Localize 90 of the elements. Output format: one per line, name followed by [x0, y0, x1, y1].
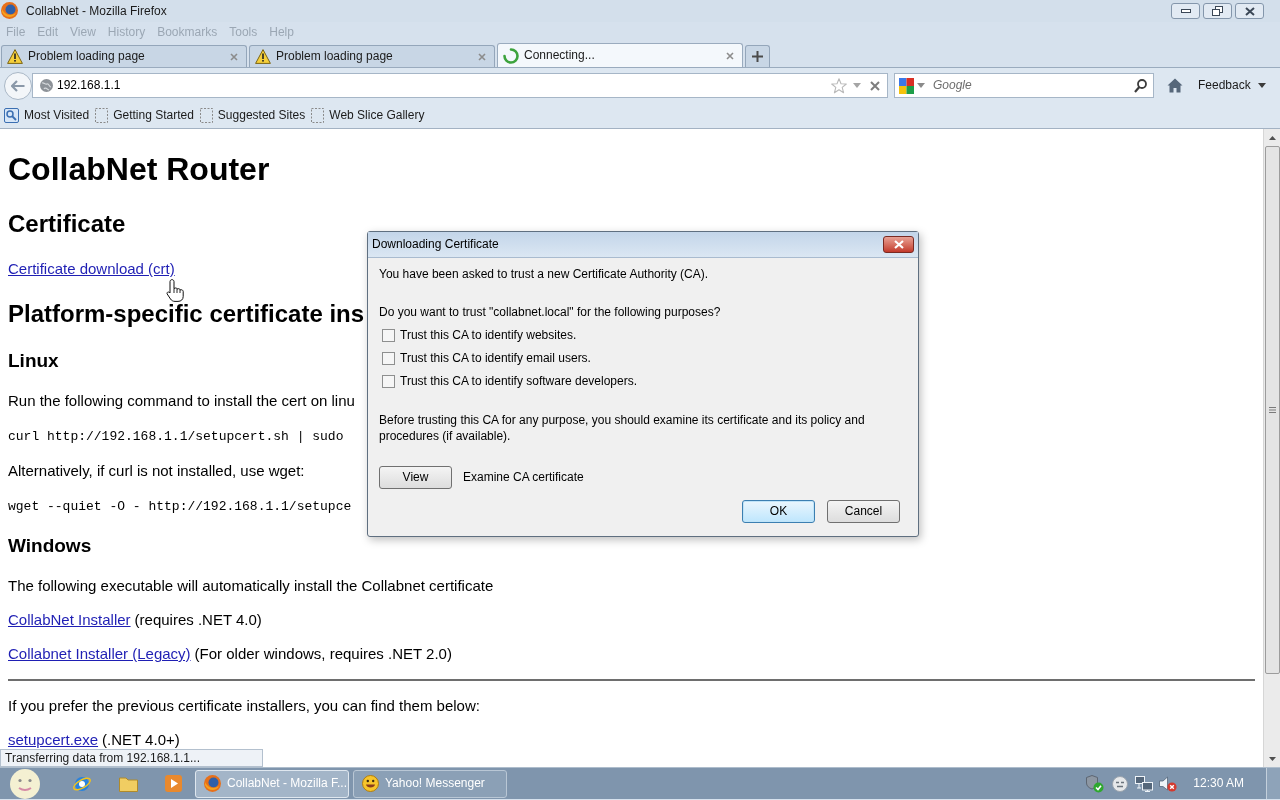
window-title: CollabNet - Mozilla Firefox: [26, 4, 167, 19]
bookmark-item[interactable]: Suggested Sites: [199, 108, 306, 123]
caret-down-icon: [1268, 756, 1276, 761]
bookmark-item[interactable]: Getting Started: [95, 108, 194, 123]
folder-icon[interactable]: [119, 775, 138, 792]
speaker-muted-icon[interactable]: [1159, 775, 1178, 792]
tab[interactable]: Problem loading page: [249, 45, 495, 67]
close-icon[interactable]: [478, 52, 486, 61]
status-text: Transferring data from 192.168.1.1...: [0, 749, 263, 767]
link-note: (.NET 4.0+): [102, 731, 180, 748]
caret-down-icon[interactable]: [853, 83, 861, 88]
home-icon[interactable]: [1167, 78, 1183, 93]
play-icon[interactable]: [165, 775, 182, 792]
globe-icon: [40, 79, 53, 92]
blank-page-icon: [311, 108, 325, 123]
close-icon: [1244, 6, 1255, 16]
checkbox[interactable]: [382, 352, 395, 365]
smiley-icon: [362, 775, 379, 792]
network-icon[interactable]: [1135, 775, 1154, 792]
tab[interactable]: Connecting...: [497, 43, 743, 67]
link-note: (requires .NET 4.0): [134, 611, 262, 628]
dialog-title: Downloading Certificate: [372, 237, 499, 252]
link-note: (For older windows, requires .NET 2.0): [194, 645, 452, 662]
hand-cursor-icon: [166, 279, 184, 302]
section-heading: Certificate: [8, 210, 126, 238]
smiley-icon[interactable]: [1112, 775, 1129, 792]
star-icon[interactable]: [831, 77, 847, 94]
url-field[interactable]: 192.168.1.1: [57, 78, 831, 93]
restore-button[interactable]: [1203, 3, 1232, 19]
smiley-face-icon[interactable]: [8, 768, 42, 799]
back-button[interactable]: [4, 71, 32, 100]
subsection-heading: Linux: [8, 350, 59, 372]
view-button[interactable]: View: [379, 466, 452, 489]
checkbox-label[interactable]: Trust this CA to identify software developers.: [400, 374, 637, 389]
checkbox[interactable]: [382, 329, 395, 342]
search-icon[interactable]: [1134, 78, 1147, 93]
spinner-icon: [503, 47, 519, 64]
feedback-button[interactable]: Feedback: [1198, 78, 1266, 93]
blank-page-icon: [95, 108, 109, 123]
bookmark-item[interactable]: Web Slice Gallery: [311, 108, 425, 123]
checkbox-label[interactable]: Trust this CA to identify email users.: [400, 351, 591, 366]
app-logo-icon: [204, 775, 221, 792]
checkbox-label[interactable]: Trust this CA to identify websites.: [400, 328, 577, 343]
plus-icon: [752, 51, 763, 62]
tab[interactable]: Problem loading page: [1, 45, 247, 67]
bookmark-folder-icon: [4, 108, 19, 123]
code-line: wget --quiet -O - http://192.168.1.1/setupce: [8, 499, 352, 514]
minimize-button[interactable]: [1171, 3, 1200, 19]
subsection-heading: Windows: [8, 535, 92, 557]
dialog-text: You have been asked to trust a new Certificate Authority (CA).: [379, 267, 710, 282]
close-icon[interactable]: [230, 52, 238, 61]
bookmark-item[interactable]: Most Visited: [4, 108, 90, 123]
close-icon[interactable]: [870, 80, 880, 91]
dialog-text: Before trusting this CA for any purpose, you should examine its certificate and its policy and procedures (if available).: [379, 412, 866, 444]
dialog-text: Do you want to trust "collabnet.local" for the following purposes?: [379, 305, 722, 320]
grip-icon: [1268, 407, 1276, 413]
warning-icon: [7, 49, 23, 64]
close-icon[interactable]: [726, 51, 734, 60]
caret-down-icon: [1257, 83, 1266, 88]
scrollbar-thumb[interactable]: [1264, 146, 1280, 674]
paragraph: The following executable will automatically install the Collabnet certificate: [8, 577, 494, 595]
code-line: curl http://192.168.1.1/setupcert.sh | sudo: [8, 429, 344, 444]
arrow-left-icon: [11, 79, 25, 92]
restore-icon: [1212, 6, 1223, 16]
new-tab-button[interactable]: [745, 45, 770, 67]
blank-page-icon: [199, 108, 213, 123]
section-heading: Platform-specific certificate ins: [8, 300, 365, 328]
app-logo-icon: [1, 2, 18, 19]
text-link[interactable]: Collabnet Installer (Legacy): [8, 645, 191, 662]
close-button[interactable]: [883, 236, 914, 253]
caret-up-icon: [1268, 135, 1276, 140]
checkbox[interactable]: [382, 375, 395, 388]
dialog-button[interactable]: Cancel: [827, 500, 900, 523]
tiles-icon[interactable]: [899, 77, 914, 94]
close-icon: [893, 240, 904, 249]
dialog-button[interactable]: OK: [742, 500, 815, 523]
text-link[interactable]: Certificate download (crt): [8, 260, 175, 277]
dialog-text: Examine CA certificate: [463, 470, 584, 485]
text-link[interactable]: setupcert.exe: [8, 731, 99, 748]
paragraph: If you prefer the previous certificate installers, you can find them below:: [8, 697, 480, 715]
search-field[interactable]: Google: [933, 78, 1134, 93]
caret-down-icon[interactable]: [917, 83, 925, 88]
paragraph: Run the following command to install the cert on linu: [8, 392, 355, 410]
shield-check-icon[interactable]: [1086, 774, 1105, 793]
paragraph: Alternatively, if curl is not installed, use wget:: [8, 462, 305, 480]
close-button[interactable]: [1235, 3, 1264, 19]
text-link[interactable]: CollabNet Installer: [8, 611, 131, 628]
minimize-icon: [1180, 9, 1191, 13]
warning-icon: [255, 49, 271, 64]
page-heading: CollabNet Router: [8, 151, 270, 188]
